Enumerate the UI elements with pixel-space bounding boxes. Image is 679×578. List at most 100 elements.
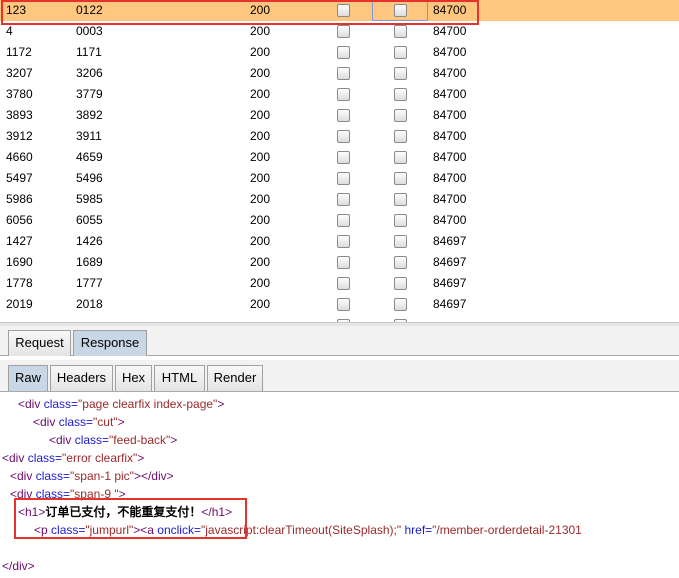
code-tag: <div — [10, 487, 33, 501]
code-tag-end: > — [118, 487, 126, 501]
code-tag: </div> — [2, 559, 35, 573]
timeout-checkbox[interactable] — [394, 256, 407, 269]
table-row[interactable]: 6056 6055 200 84700 — [0, 210, 679, 231]
cell-payload: 5496 — [76, 171, 103, 185]
cell-payload: 3892 — [76, 108, 103, 122]
error-message-text: 订单已支付，不能重复支付！ — [45, 505, 202, 519]
error-checkbox[interactable] — [337, 172, 350, 185]
code-attr: class= — [24, 451, 63, 465]
error-checkbox[interactable] — [337, 88, 350, 101]
code-line: <div class="page clearfix index-page"> — [18, 395, 224, 413]
timeout-checkbox[interactable] — [394, 130, 407, 143]
timeout-checkbox[interactable] — [394, 172, 407, 185]
error-checkbox[interactable] — [337, 193, 350, 206]
code-value: "page clearfix index-page" — [78, 397, 218, 411]
tab-raw[interactable]: Raw — [8, 365, 48, 391]
code-tag-end: > — [217, 397, 225, 411]
cell-payload: 3911 — [76, 129, 102, 143]
error-checkbox[interactable] — [337, 25, 350, 38]
timeout-checkbox[interactable] — [394, 298, 407, 311]
table-row[interactable]: 1427 1426 200 84697 — [0, 231, 679, 252]
timeout-checkbox[interactable] — [394, 109, 407, 122]
cell-payload: 0122 — [76, 3, 103, 17]
cell-request: 2019 — [6, 297, 33, 311]
code-line: <div class="error clearfix"> — [2, 449, 144, 467]
cell-status: 200 — [250, 66, 271, 80]
table-row[interactable]: 1778 1777 200 84697 — [0, 273, 679, 294]
code-tag: <div — [2, 451, 25, 465]
code-attr: class= — [32, 469, 71, 483]
timeout-checkbox[interactable] — [394, 277, 407, 290]
tab-response[interactable]: Response — [73, 330, 147, 356]
error-checkbox[interactable] — [337, 4, 350, 17]
timeout-checkbox[interactable] — [394, 46, 407, 59]
table-row[interactable]: 3780 3779 200 84700 — [0, 84, 679, 105]
error-checkbox[interactable] — [337, 298, 350, 311]
tab-headers[interactable]: Headers — [50, 365, 113, 391]
table-row[interactable]: 3912 3911 200 84700 — [0, 126, 679, 147]
table-row[interactable]: 5497 5496 200 84700 — [0, 168, 679, 189]
cell-payload: 3779 — [76, 87, 103, 101]
response-source-view[interactable]: <div class="page clearfix index-page"> <… — [0, 393, 679, 578]
cell-status: 200 — [250, 150, 271, 164]
cell-length: 84700 — [433, 66, 467, 80]
error-checkbox[interactable] — [337, 46, 350, 59]
error-checkbox[interactable] — [337, 109, 350, 122]
table-row[interactable]: 4 0003 200 84700 — [0, 21, 679, 42]
table-row[interactable]: 5986 5985 200 84700 — [0, 189, 679, 210]
tab-render[interactable]: Render — [207, 365, 263, 391]
timeout-checkbox[interactable] — [394, 88, 407, 101]
cell-request: 1690 — [6, 255, 33, 269]
cell-status: 200 — [250, 24, 271, 38]
code-tag: <div — [33, 415, 56, 429]
table-row[interactable]: 4660 4659 200 84700 — [0, 147, 679, 168]
results-table: 123 0122 200 84700 4 0003 200 84700 1172 1171 200 8… — [0, 0, 679, 322]
code-tag: ><a — [133, 523, 154, 537]
code-value: "error clearfix" — [62, 451, 138, 465]
cell-length: 84697 — [433, 297, 467, 311]
error-checkbox[interactable] — [337, 67, 350, 80]
timeout-checkbox[interactable] — [394, 151, 407, 164]
table-row[interactable]: 1690 1689 200 84697 — [0, 252, 679, 273]
error-checkbox[interactable] — [337, 256, 350, 269]
timeout-checkbox[interactable] — [394, 193, 407, 206]
error-checkbox[interactable] — [337, 235, 350, 248]
cell-length: 84700 — [433, 87, 467, 101]
timeout-checkbox[interactable] — [394, 235, 407, 248]
timeout-checkbox[interactable] — [394, 4, 407, 17]
timeout-checkbox[interactable] — [394, 67, 407, 80]
cell-length: 84700 — [433, 150, 467, 164]
code-line-h1: <h1>订单已支付，不能重复支付！</h1> — [18, 503, 232, 521]
code-tag-end: > — [170, 433, 178, 447]
code-value: "jumpurl" — [85, 523, 134, 537]
table-row[interactable]: 3207 3206 200 84700 — [0, 63, 679, 84]
tab-html[interactable]: HTML — [154, 365, 205, 391]
error-checkbox[interactable] — [337, 151, 350, 164]
table-row[interactable]: 123 0122 200 84700 — [0, 0, 679, 21]
error-checkbox[interactable] — [337, 130, 350, 143]
table-row[interactable] — [0, 315, 679, 322]
table-row[interactable]: 3893 3892 200 84700 — [0, 105, 679, 126]
cell-payload: 0003 — [76, 24, 103, 38]
timeout-checkbox[interactable] — [394, 25, 407, 38]
tab-request[interactable]: Request — [8, 330, 71, 356]
cell-length: 84700 — [433, 192, 467, 206]
table-row[interactable]: 2019 2018 200 84697 — [0, 294, 679, 315]
error-checkbox[interactable] — [337, 277, 350, 290]
cell-status: 200 — [250, 234, 271, 248]
cell-request: 3893 — [6, 108, 33, 122]
cell-length: 84700 — [433, 213, 467, 227]
message-tab-bar: Request Response — [0, 326, 679, 356]
error-checkbox[interactable] — [337, 214, 350, 227]
code-line: <div class="span-9 "> — [10, 485, 126, 503]
cell-request: 5497 — [6, 171, 33, 185]
code-tag: <h1> — [18, 505, 46, 519]
table-row[interactable]: 1172 1171 200 84700 — [0, 42, 679, 63]
cell-payload: 4659 — [76, 150, 103, 164]
timeout-checkbox[interactable] — [394, 214, 407, 227]
cell-payload: 1426 — [76, 234, 103, 248]
cell-request: 123 — [6, 3, 27, 17]
tab-hex[interactable]: Hex — [115, 365, 152, 391]
code-tag: <div — [49, 433, 72, 447]
code-attr: class= — [55, 415, 94, 429]
